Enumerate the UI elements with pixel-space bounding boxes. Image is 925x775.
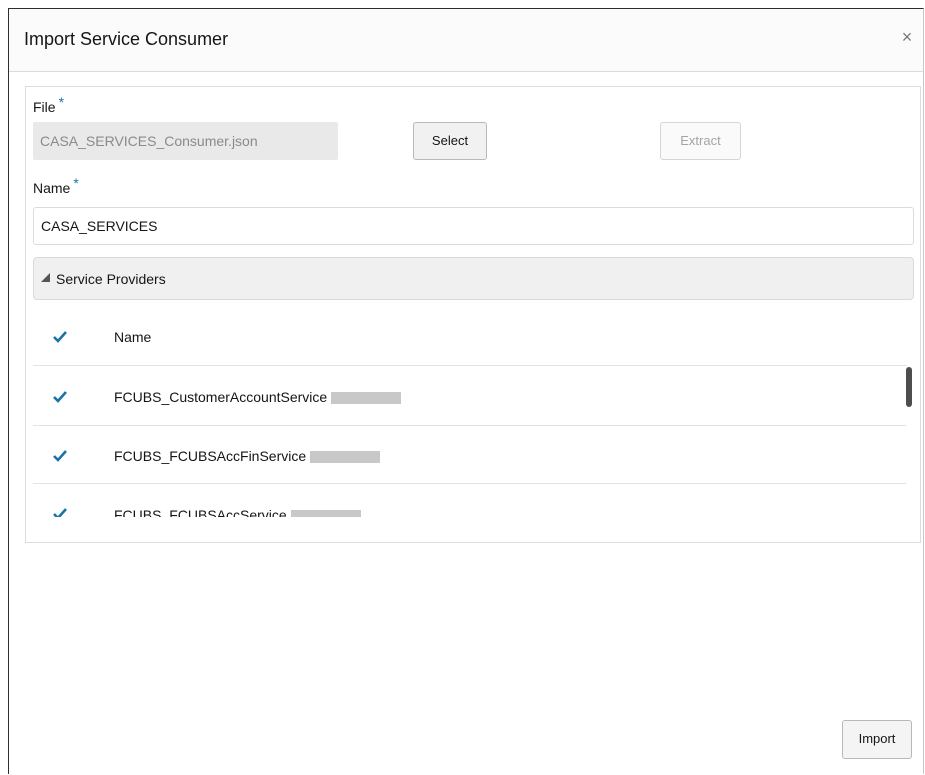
required-asterisk: * (73, 175, 79, 191)
file-label-text: File (33, 99, 56, 115)
dialog-title: Import Service Consumer (24, 29, 229, 49)
import-button[interactable]: Import (842, 720, 912, 759)
row-checkbox[interactable] (52, 507, 67, 517)
file-label: File * (33, 94, 64, 115)
row-divider (33, 483, 906, 484)
providers-list: FCUBS_CustomerAccountService FCUBS_FCUBS… (26, 312, 906, 517)
provider-name: FCUBS_FCUBSAccService (114, 507, 287, 517)
list-scrollbar[interactable] (906, 367, 912, 407)
form-panel: File * CASA_SERVICES_Consumer.json Select… (25, 86, 921, 543)
import-service-consumer-dialog: Import Service Consumer × File * CASA_SER… (8, 8, 924, 774)
close-icon[interactable]: × (897, 27, 917, 47)
redacted-block (290, 510, 361, 517)
select-button[interactable]: Select (413, 122, 487, 160)
provider-name: FCUBS_CustomerAccountService (114, 389, 328, 405)
row-divider (33, 425, 906, 426)
redacted-block (331, 392, 402, 405)
redacted-block (310, 451, 381, 464)
file-path-field: CASA_SERVICES_Consumer.json (33, 122, 338, 160)
dialog-header: Import Service Consumer × (9, 9, 923, 72)
required-asterisk: * (58, 94, 65, 110)
provider-row: FCUBS_CustomerAccountService (114, 389, 402, 405)
section-title: Service Providers (56, 271, 166, 287)
extract-button[interactable]: Extract (660, 122, 741, 160)
provider-row: FCUBS_FCUBSAccFinService (114, 448, 381, 464)
collapse-triangle-icon[interactable] (41, 273, 50, 282)
row-checkbox[interactable] (52, 390, 67, 404)
provider-row: FCUBS_FCUBSAccService (114, 507, 361, 517)
name-label: Name * (33, 175, 79, 196)
service-providers-section[interactable]: Service Providers (33, 257, 914, 300)
provider-name: FCUBS_FCUBSAccFinService (114, 448, 307, 464)
name-input[interactable]: CASA_SERVICES (33, 207, 914, 245)
name-label-text: Name (33, 180, 71, 196)
row-checkbox[interactable] (52, 449, 67, 463)
